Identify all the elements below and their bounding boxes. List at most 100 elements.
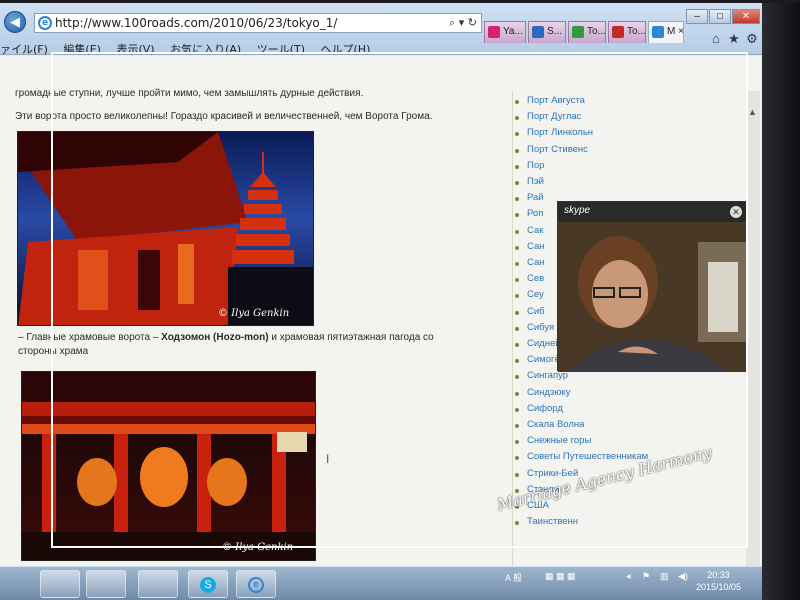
ie-icon: e — [248, 577, 264, 593]
clock-date: 2015/10/05 — [696, 582, 742, 592]
network-icon[interactable]: ▥ — [660, 571, 669, 582]
sidebar-link[interactable]: Порт Августа — [527, 95, 585, 106]
video-feed — [558, 222, 748, 372]
bullet-icon — [515, 391, 519, 396]
skype-taskbar-button[interactable]: S — [188, 570, 228, 598]
sidebar-link[interactable]: Пор — [527, 160, 544, 171]
skype-logo: skype — [564, 205, 591, 216]
site-icon — [532, 26, 544, 38]
bullet-icon — [515, 278, 519, 283]
tab-s[interactable]: S... — [528, 21, 566, 43]
menu-favorites[interactable]: お気に入り(A) — [170, 43, 241, 56]
video-person-illustration — [558, 222, 748, 372]
skype-title-bar[interactable]: skype ✕ — [558, 202, 748, 222]
sidebar-link[interactable]: Сингапур — [527, 370, 568, 381]
sidebar-link[interactable]: Сан — [527, 257, 545, 268]
article-paragraph: Эти ворота просто великолепны! Гораздо к… — [15, 111, 433, 122]
ie-icon — [652, 26, 664, 38]
bullet-icon — [515, 326, 519, 331]
favorites-star-icon[interactable]: ★ — [726, 31, 742, 47]
minimize-button[interactable]: – — [686, 9, 708, 24]
scroll-up-icon[interactable]: ▲ — [748, 107, 757, 117]
search-refresh-icon[interactable]: ⌕ ▾ ↻ — [449, 14, 477, 32]
gate-photo-illustration — [22, 372, 315, 560]
tab-active[interactable]: М × — [648, 21, 684, 43]
sidebar-link[interactable]: Сидней — [527, 338, 561, 349]
skype-icon: S — [200, 577, 216, 593]
caption-bold: Ходзомон (Hozo-mon) — [161, 332, 269, 343]
bullet-icon — [515, 181, 519, 185]
sidebar-link[interactable]: Сеу — [527, 289, 544, 300]
close-button[interactable]: ✕ — [732, 9, 760, 24]
menu-tools[interactable]: ツール(T) — [257, 43, 305, 56]
menu-view[interactable]: 表示(V) — [116, 43, 154, 56]
bullet-icon — [515, 229, 519, 234]
ime-indicator[interactable]: A 般 — [505, 571, 522, 584]
tab-yandex[interactable]: Ya... — [484, 21, 526, 43]
skype-video-window[interactable]: skype ✕ — [557, 201, 748, 372]
tab-to-1[interactable]: To... — [568, 21, 606, 43]
menu-file[interactable]: ァイル(F) — [0, 43, 48, 56]
address-bar[interactable]: e http://www.100roads.com/2010/06/23/tok… — [34, 13, 482, 33]
system-clock[interactable]: 20:33 2015/10/05 — [696, 569, 741, 593]
menu-help[interactable]: ヘルプ(H) — [321, 43, 371, 56]
gear-icon[interactable]: ⚙ — [744, 31, 760, 47]
sidebar-link[interactable]: Порт Линкольн — [527, 127, 593, 138]
tray-arrow-icon[interactable]: ◂ — [626, 571, 631, 582]
photo-caption: – Главные храмовые ворота – Ходзомон (Ho… — [18, 332, 434, 343]
ie-taskbar-button[interactable]: e — [236, 570, 276, 598]
hozomon-gate-photo[interactable]: © Ilya Genkin — [21, 371, 316, 561]
sidebar-link[interactable]: Порт Стивенс — [527, 144, 588, 155]
sidebar-link[interactable]: Синдзюку — [527, 387, 570, 398]
bullet-icon — [515, 359, 519, 364]
sidebar-link[interactable]: Пэй — [527, 176, 544, 187]
bullet-icon — [515, 424, 519, 428]
sidebar-link[interactable]: Сиб — [527, 306, 545, 317]
bullet-icon — [515, 440, 519, 445]
tray-icons[interactable]: ▦ ▦ ▦ — [545, 571, 576, 582]
sidebar-link[interactable]: Сак — [527, 225, 543, 236]
sidebar-link[interactable]: Таинственн — [527, 516, 578, 527]
home-icon[interactable]: ⌂ — [708, 31, 724, 47]
sidebar-link[interactable]: Сифорд — [527, 403, 563, 414]
sidebar-link[interactable]: Сибуя — [527, 322, 554, 333]
sidebar-link[interactable]: Роп — [527, 208, 543, 219]
monitor-bezel — [762, 0, 800, 600]
photo-credit: © Ilya Genkin — [218, 308, 290, 319]
media-taskbar-button[interactable] — [86, 570, 126, 598]
monitor-bezel-top — [0, 0, 800, 3]
bullet-icon — [515, 100, 519, 104]
back-arrow-icon[interactable]: ◀ — [4, 11, 26, 33]
url-text: http://www.100roads.com/2010/06/23/tokyo… — [55, 16, 338, 30]
temple-photo-illustration — [18, 132, 313, 325]
ie-icon: e — [38, 16, 52, 30]
browser-toolbar: ◀ e http://www.100roads.com/2010/06/23/t… — [0, 3, 762, 56]
sidebar-link[interactable]: Сан — [527, 241, 545, 252]
flag-icon[interactable]: ⚑ — [642, 571, 650, 582]
explorer-taskbar-button[interactable] — [40, 570, 80, 598]
bullet-icon — [515, 148, 519, 153]
sidebar-link[interactable]: Рай — [527, 192, 544, 203]
vertical-scrollbar[interactable]: ▲ — [746, 91, 760, 566]
bullet-icon — [515, 213, 519, 218]
sidebar-link[interactable]: Снежные горы — [527, 435, 591, 446]
close-icon[interactable]: ✕ — [730, 206, 742, 218]
bullet-icon — [515, 116, 519, 121]
bullet-icon — [515, 456, 519, 461]
bullet-icon — [515, 245, 519, 250]
sidebar-link[interactable]: Сев — [527, 273, 544, 284]
windows-taskbar: S e A 般 ▦ ▦ ▦ ◂ ⚑ ▥ ◀) 20:33 2015/10/05 — [0, 566, 762, 600]
menu-edit[interactable]: 編集(E) — [63, 43, 101, 56]
bullet-icon — [515, 164, 519, 169]
firefox-taskbar-button[interactable] — [138, 570, 178, 598]
sidebar-link[interactable]: Советы Путешественникам — [527, 451, 648, 462]
volume-icon[interactable]: ◀) — [678, 571, 688, 582]
sidebar-link[interactable]: Порт Дуглас — [527, 111, 581, 122]
maximize-button[interactable]: □ — [709, 9, 731, 24]
tab-to-2[interactable]: To... — [608, 21, 646, 43]
temple-gate-photo[interactable]: © Ilya Genkin — [17, 131, 314, 326]
menu-bar: ァイル(F) 編集(E) 表示(V) お気に入り(A) ツール(T) ヘルプ(H… — [0, 41, 382, 56]
text-cursor-icon: I — [326, 452, 330, 466]
bullet-icon — [515, 310, 519, 315]
sidebar-link[interactable]: Скала Волна — [527, 419, 584, 430]
